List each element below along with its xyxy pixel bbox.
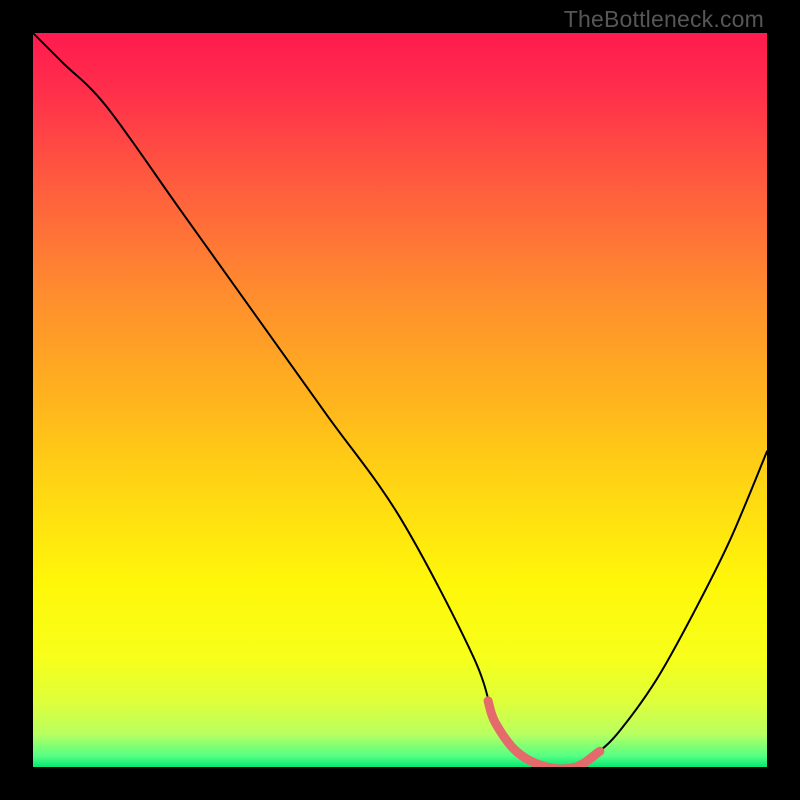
- curve-layer: [33, 33, 767, 767]
- chart-frame: TheBottleneck.com: [0, 0, 800, 800]
- plot-area: [33, 33, 767, 767]
- bottom-band-highlight: [488, 701, 600, 767]
- watermark-text: TheBottleneck.com: [564, 6, 764, 33]
- bottleneck-curve: [33, 33, 767, 767]
